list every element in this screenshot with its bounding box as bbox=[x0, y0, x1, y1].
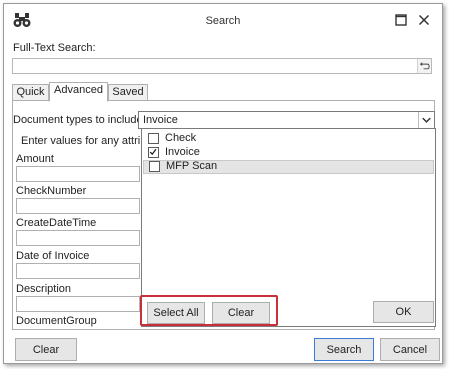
date-of-invoice-field[interactable] bbox=[16, 263, 140, 279]
title-bar: Search bbox=[4, 4, 442, 36]
createdatetime-field[interactable] bbox=[16, 230, 140, 246]
checkbox-mfp-scan[interactable] bbox=[149, 161, 160, 172]
option-mfp-scan-label: MFP Scan bbox=[166, 160, 218, 172]
option-invoice-label: Invoice bbox=[165, 146, 200, 158]
document-types-label: Document types to include: bbox=[13, 114, 146, 126]
maximize-icon[interactable] bbox=[393, 12, 409, 28]
attribute-label-description: Description bbox=[16, 283, 72, 295]
full-text-search-input[interactable] bbox=[12, 58, 432, 74]
document-types-select[interactable]: Invoice bbox=[138, 111, 435, 129]
attribute-label-checknumber: CheckNumber bbox=[16, 185, 87, 197]
amount-field[interactable] bbox=[16, 166, 140, 182]
enter-values-label: Enter values for any attributes bbox=[21, 135, 141, 147]
attribute-label-date-of-invoice: Date of Invoice bbox=[16, 250, 90, 262]
search-button[interactable]: Search bbox=[314, 338, 374, 361]
close-icon[interactable] bbox=[416, 12, 432, 28]
highlight-annotation bbox=[140, 295, 278, 326]
clear-button[interactable]: Clear bbox=[15, 338, 77, 361]
full-text-search-label: Full-Text Search: bbox=[13, 42, 96, 54]
checkbox-check[interactable] bbox=[148, 133, 159, 144]
attribute-label-documentgroup: DocumentGroup bbox=[16, 315, 97, 327]
tab-advanced[interactable]: Advanced bbox=[49, 82, 108, 102]
description-field[interactable] bbox=[16, 296, 140, 312]
attribute-label-amount: Amount bbox=[16, 153, 54, 165]
option-check-label: Check bbox=[165, 132, 197, 144]
checkbox-invoice[interactable] bbox=[148, 147, 159, 158]
option-mfp-scan[interactable]: MFP Scan bbox=[143, 160, 434, 174]
cancel-button[interactable]: Cancel bbox=[380, 338, 440, 361]
document-types-value: Invoice bbox=[143, 114, 178, 126]
tab-saved[interactable]: Saved bbox=[108, 84, 148, 101]
option-check[interactable]: Check bbox=[143, 132, 434, 146]
checknumber-field[interactable] bbox=[16, 198, 140, 214]
window-title: Search bbox=[205, 15, 241, 27]
attribute-label-createdatetime: CreateDateTime bbox=[16, 217, 97, 229]
checkmark-icon bbox=[149, 148, 157, 156]
search-dialog: Search Full-Text Search: Quick Advanced … bbox=[3, 3, 443, 364]
chevron-down-icon[interactable] bbox=[418, 112, 434, 128]
option-invoice[interactable]: Invoice bbox=[143, 146, 434, 160]
undo-icon[interactable] bbox=[417, 59, 431, 73]
ok-button[interactable]: OK bbox=[373, 301, 434, 323]
tab-quick[interactable]: Quick bbox=[12, 84, 49, 101]
